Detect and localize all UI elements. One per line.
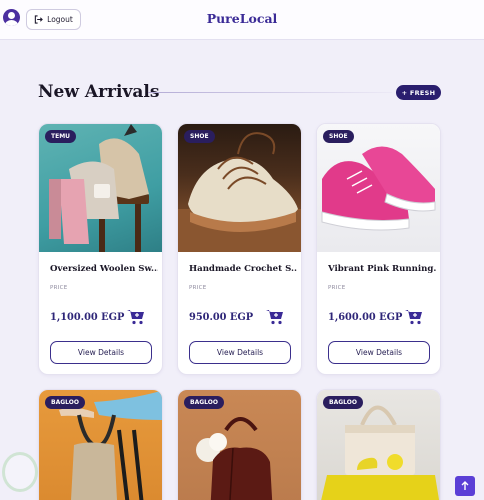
product-name[interactable]: Handmade Crochet S... bbox=[189, 264, 297, 274]
add-to-cart-icon[interactable] bbox=[265, 308, 285, 325]
price-label: PRICE bbox=[189, 285, 207, 291]
product-card[interactable]: BAGLOO bbox=[38, 389, 163, 500]
product-price: 950.00 EGP bbox=[189, 312, 254, 323]
add-to-cart-icon[interactable] bbox=[404, 308, 424, 325]
product-card[interactable]: BAGLOO bbox=[316, 389, 441, 500]
brand-logo[interactable]: PureLocal bbox=[0, 11, 484, 26]
brand-badge: BAGLOO bbox=[323, 396, 363, 409]
top-header: Logout PureLocal bbox=[0, 0, 484, 40]
brand-badge: TEMU bbox=[45, 130, 77, 143]
product-price: 1,600.00 EGP bbox=[328, 312, 403, 323]
product-image[interactable] bbox=[317, 124, 440, 252]
product-name[interactable]: Vibrant Pink Running... bbox=[328, 264, 436, 274]
watermark-logo bbox=[2, 452, 38, 492]
brand-badge: SHOE bbox=[184, 130, 215, 143]
product-card[interactable]: SHOE Handmade Crochet S... PRICE 950.00 … bbox=[177, 123, 302, 375]
scroll-to-top-button[interactable] bbox=[455, 476, 475, 496]
brand-badge: BAGLOO bbox=[45, 396, 85, 409]
product-name[interactable]: Oversized Woolen Sw... bbox=[50, 264, 158, 274]
fresh-badge: + FRESH bbox=[396, 85, 441, 100]
view-details-button[interactable]: View Details bbox=[50, 341, 152, 364]
product-card[interactable]: TEMU Oversized Woolen Sw... PRICE 1,100.… bbox=[38, 123, 163, 375]
product-image[interactable] bbox=[39, 124, 162, 252]
section-title: New Arrivals bbox=[38, 82, 160, 102]
product-image[interactable] bbox=[178, 124, 301, 252]
add-to-cart-icon[interactable] bbox=[126, 308, 146, 325]
section-divider bbox=[148, 92, 392, 93]
brand-badge: BAGLOO bbox=[184, 396, 224, 409]
product-price: 1,100.00 EGP bbox=[50, 312, 125, 323]
product-card[interactable]: SHOE Vibrant Pink Running... PRICE 1,600… bbox=[316, 123, 441, 375]
price-label: PRICE bbox=[328, 285, 346, 291]
view-details-button[interactable]: View Details bbox=[328, 341, 430, 364]
product-card[interactable]: BAGLOO bbox=[177, 389, 302, 500]
view-details-button[interactable]: View Details bbox=[189, 341, 291, 364]
arrow-up-icon bbox=[461, 481, 469, 490]
price-label: PRICE bbox=[50, 285, 68, 291]
brand-badge: SHOE bbox=[323, 130, 354, 143]
